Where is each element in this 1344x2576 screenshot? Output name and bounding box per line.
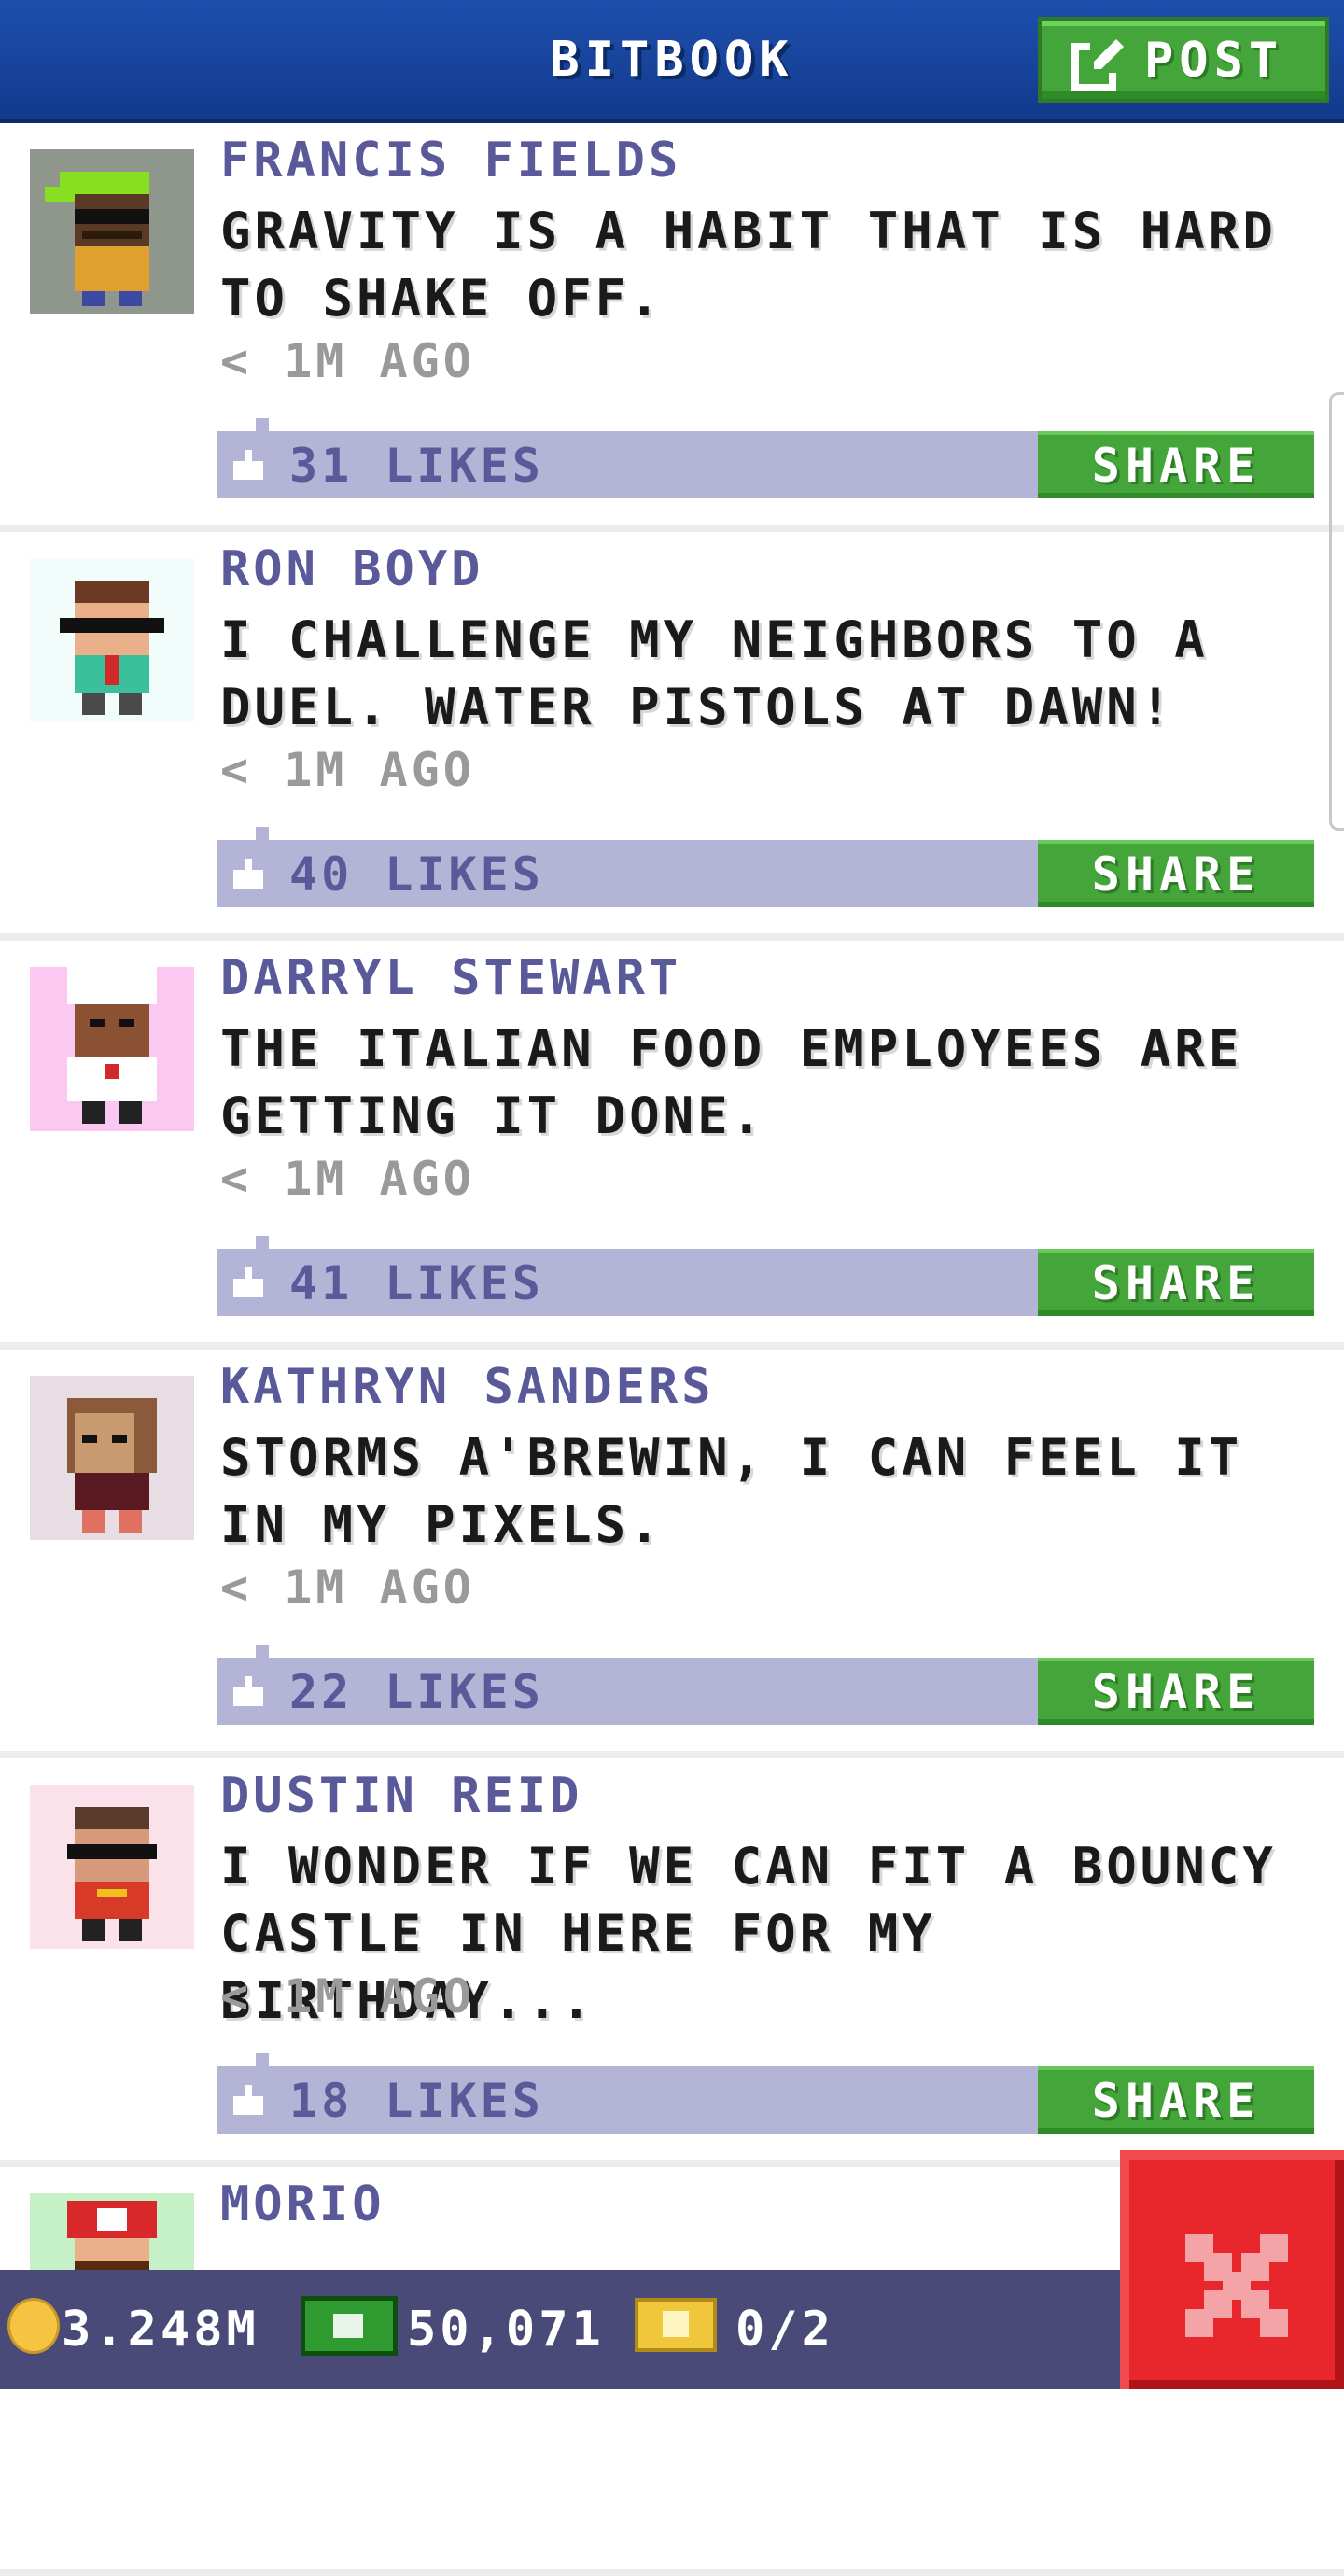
post-button-label: POST (1144, 33, 1284, 89)
post-timestamp: < 1M AGO (220, 334, 475, 388)
avatar (30, 967, 194, 1131)
scrollbar[interactable] (1329, 392, 1344, 831)
feed-post: KATHRYN SANDERS STORMS A'BREWIN, I CAN F… (0, 1350, 1344, 1758)
like-count: 31 LIKES (289, 439, 544, 493)
post-message: THE ITALIAN FOOD EMPLOYEES ARE GETTING I… (220, 1019, 1243, 1145)
post-message: I CHALLENGE MY NEIGHBORS TO A DUEL. WATE… (220, 610, 1209, 736)
post-author[interactable]: FRANCIS FIELDS (220, 133, 681, 189)
thumbs-up-icon (233, 1676, 263, 1706)
bubble-tail (256, 1645, 269, 1658)
post-author[interactable]: DUSTIN REID (220, 1768, 582, 1824)
share-button[interactable]: SHARE (1038, 1249, 1314, 1316)
share-button[interactable]: SHARE (1038, 431, 1314, 498)
post-author[interactable]: MORIO (220, 2177, 385, 2233)
post-timestamp: < 1M AGO (220, 743, 475, 797)
thumbs-up-icon (233, 859, 263, 889)
bux-cash-icon[interactable] (301, 2296, 398, 2356)
ticket-count: 0/2 (735, 2302, 834, 2358)
like-count: 41 LIKES (289, 1256, 544, 1310)
like-bar: 18 LIKES SHARE (217, 2066, 1314, 2134)
feed-post: DUSTIN REID I WONDER IF WE CAN FIT A BOU… (0, 1758, 1344, 2167)
like-bar: 31 LIKES SHARE (217, 431, 1314, 498)
like-count: 40 LIKES (289, 847, 544, 902)
close-button[interactable] (1120, 2150, 1344, 2389)
like-bar: 41 LIKES SHARE (217, 1249, 1314, 1316)
feed-post: RON BOYD I CHALLENGE MY NEIGHBORS TO A D… (0, 532, 1344, 941)
post-timestamp: < 1M AGO (220, 1561, 475, 1615)
like-bar: 22 LIKES SHARE (217, 1658, 1314, 1725)
post-author[interactable]: DARRYL STEWART (220, 950, 681, 1006)
share-button[interactable]: SHARE (1038, 840, 1314, 907)
post-author[interactable]: RON BOYD (220, 541, 483, 597)
post-author[interactable]: KATHRYN SANDERS (220, 1359, 715, 1415)
thumbs-up-icon (233, 2085, 263, 2115)
post-timestamp: < 1M AGO (220, 1969, 475, 2023)
post-button[interactable]: POST (1038, 17, 1329, 103)
bubble-tail (256, 1236, 269, 1249)
avatar (30, 558, 194, 722)
post-message: GRAVITY IS A HABIT THAT IS HARD TO SHAKE… (220, 202, 1277, 328)
post-timestamp: < 1M AGO (220, 1152, 475, 1206)
like-count: 18 LIKES (289, 2074, 544, 2128)
thumbs-up-icon (233, 1267, 263, 1297)
bubble-tail (256, 418, 269, 431)
edit-icon (1071, 39, 1124, 91)
feed-post: FRANCIS FIELDS GRAVITY IS A HABIT THAT I… (0, 123, 1344, 532)
bux-count: 50,071 (407, 2302, 605, 2358)
bubble-tail (256, 827, 269, 840)
avatar (30, 1785, 194, 1949)
avatar (30, 149, 194, 314)
app-header: BITBOOK POST (0, 0, 1344, 123)
share-button[interactable]: SHARE (1038, 2066, 1314, 2134)
share-button[interactable]: SHARE (1038, 1658, 1314, 1725)
golden-ticket-icon[interactable] (635, 2298, 717, 2352)
thumbs-up-icon (233, 450, 263, 480)
like-count: 22 LIKES (289, 1665, 544, 1719)
post-message: STORMS A'BREWIN, I CAN FEEL IT IN MY PIX… (220, 1428, 1243, 1554)
coin-count: 3.248M (62, 2302, 259, 2358)
feed-post: DARRYL STEWART THE ITALIAN FOOD EMPLOYEE… (0, 941, 1344, 1350)
avatar (30, 1376, 194, 1540)
bubble-tail (256, 2053, 269, 2066)
like-bar: 40 LIKES SHARE (217, 840, 1314, 907)
close-icon (1185, 2234, 1288, 2337)
coin-icon (7, 2298, 60, 2354)
